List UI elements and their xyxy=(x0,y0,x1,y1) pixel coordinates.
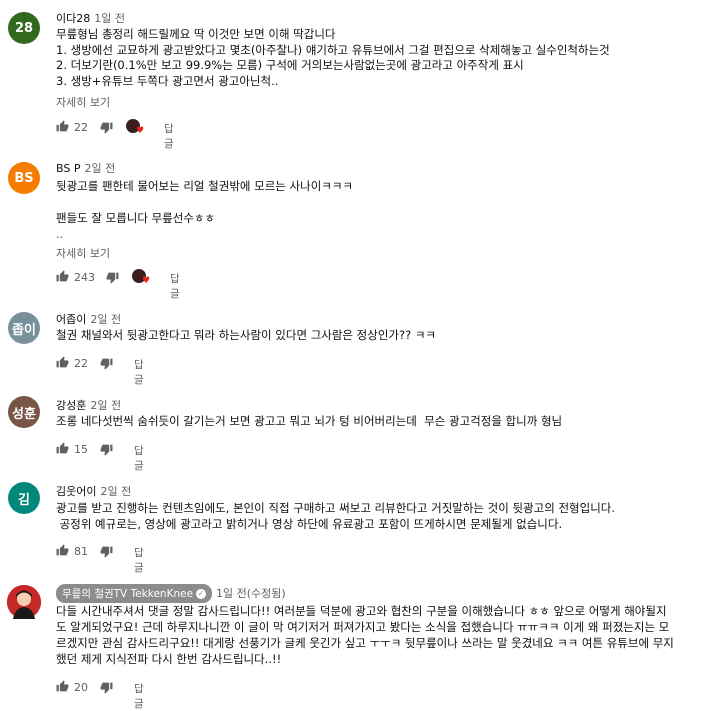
comment-header: 무릎의 철권TV TekkenKnee ✓ 1일 전(수정됨) xyxy=(56,584,286,603)
creator-avatar-icon xyxy=(7,585,41,619)
like-count: 15 xyxy=(74,443,88,456)
reply-button[interactable]: 답글 xyxy=(170,271,180,301)
comment-line: .. xyxy=(56,227,64,241)
thumbs-down-icon[interactable] xyxy=(100,121,113,134)
like-count: 243 xyxy=(74,271,95,284)
reply-button[interactable]: 답글 xyxy=(164,121,174,151)
timestamp[interactable]: 1일 전(수정됨) xyxy=(216,587,286,600)
author-name[interactable]: 강성훈 xyxy=(56,399,86,412)
comment-header: 강성훈 2일 전 xyxy=(56,397,121,413)
avatar[interactable]: 성훈 xyxy=(8,396,40,428)
author-name[interactable]: BS P xyxy=(56,162,80,175)
timestamp[interactable]: 2일 전 xyxy=(100,485,131,498)
thumbs-up-icon[interactable] xyxy=(56,544,69,557)
comment-text: 뒷광고를 팬한테 물어보는 리얼 철권밖에 모르는 사나이ㅋㅋㅋ 팬들도 잘 모… xyxy=(56,178,696,242)
like-count: 20 xyxy=(74,681,88,694)
thumbs-down-icon[interactable] xyxy=(100,545,113,558)
comment-header: 이다28 1일 전 xyxy=(56,10,125,26)
heart-icon: ♥ xyxy=(136,126,145,136)
thumbs-up-icon[interactable] xyxy=(56,680,69,693)
reply-button[interactable]: 답글 xyxy=(134,357,144,387)
avatar[interactable]: 김 xyxy=(8,482,40,514)
author-name: 무릎의 철권TV TekkenKnee xyxy=(62,588,194,600)
comment-text: 다들 시간내주셔서 댓글 정말 감사드립니다!! 여러분들 덕분에 광고와 협찬… xyxy=(56,603,696,667)
avatar[interactable]: 28 xyxy=(8,12,40,44)
comment-text: 무릎형님 총정리 해드릴께요 딱 이것만 보면 이해 딱갑니다 1. 생방에선 … xyxy=(56,27,696,89)
show-more-link[interactable]: 자세히 보기 xyxy=(56,245,110,261)
comment-header: BS P 2일 전 xyxy=(56,160,115,176)
comment-line: 철권 채널와서 뒷광고한다고 뭐라 하는사람이 있다면 그사람은 정상인가?? … xyxy=(56,328,437,342)
comment-line: 르겠지만 관심 감사드리구요!! 대게랑 선풍기가 글케 웃긴가 싶고 ㅜㅜㅋ … xyxy=(56,636,674,650)
author-name[interactable]: 어좁이 xyxy=(56,313,86,326)
channel-avatar[interactable] xyxy=(7,585,41,619)
reply-button[interactable]: 답글 xyxy=(134,545,144,575)
thumbs-down-icon[interactable] xyxy=(100,681,113,694)
comment-text: 광고를 받고 진행하는 컨텐츠임에도, 본인이 직접 구매하고 써보고 리뷰한다… xyxy=(56,500,696,532)
comment-text: 조롱 네다섯번씩 숨쉬듯이 갈기는거 보면 광고고 뭐고 뇌가 텅 비어버리는데… xyxy=(56,414,696,430)
thumbs-up-icon[interactable] xyxy=(56,356,69,369)
comment-header: 어좁이 2일 전 xyxy=(56,311,121,327)
comment-line: 다들 시간내주셔서 댓글 정말 감사드립니다!! 여러분들 덕분에 광고와 협찬… xyxy=(56,604,667,618)
like-count: 22 xyxy=(74,121,88,134)
comment-line xyxy=(56,194,696,210)
comment-line: 팬들도 잘 모릅니다 무릎선수ㅎㅎ xyxy=(56,211,216,225)
timestamp[interactable]: 2일 전 xyxy=(84,162,115,175)
comment-line: 1. 생방에선 교묘하게 광고받았다고 몇초(아주찰나) 얘기하고 유튜브에서 … xyxy=(56,42,610,57)
thumbs-down-icon[interactable] xyxy=(106,271,119,284)
author-name[interactable]: 김웃어이 xyxy=(56,485,96,498)
author-name[interactable]: 이다28 xyxy=(56,12,90,25)
comment-line: 도 알게되었구요! 근데 하루지나니깐 이 글이 막 여기저거 퍼져가지고 봤다… xyxy=(56,620,670,634)
heart-icon: ♥ xyxy=(142,276,151,286)
reply-button[interactable]: 답글 xyxy=(134,443,144,473)
comment-line: 3. 생방+유튜브 두쪽다 광고면서 광고아닌척.. xyxy=(56,73,279,88)
comment-line: 2. 더보기란(0.1%만 보고 99.9%는 모름) 구석에 거의보는사람없는… xyxy=(56,58,524,72)
thumbs-up-icon[interactable] xyxy=(56,442,69,455)
comment-header: 김웃어이 2일 전 xyxy=(56,483,131,499)
verified-check-icon: ✓ xyxy=(196,589,207,599)
thumbs-down-icon[interactable] xyxy=(100,357,113,370)
timestamp[interactable]: 2일 전 xyxy=(90,399,121,412)
comment-line: 뒷광고를 팬한테 물어보는 리얼 철권밖에 모르는 사나이ㅋㅋㅋ xyxy=(56,179,354,193)
reply-button[interactable]: 답글 xyxy=(134,681,144,711)
comment-line: 광고를 받고 진행하는 컨텐츠임에도, 본인이 직접 구매하고 써보고 리뷰한다… xyxy=(56,501,616,515)
show-more-link[interactable]: 자세히 보기 xyxy=(56,94,110,110)
timestamp[interactable]: 2일 전 xyxy=(90,313,121,326)
like-count: 81 xyxy=(74,545,88,558)
comment-line: 공정위 예규로는, 영상에 광고라고 밝히거나 영상 하단에 유료광고 포함이 … xyxy=(56,517,563,531)
timestamp[interactable]: 1일 전 xyxy=(94,12,125,25)
comment-line: 했던 제게 지식전파 다시 한번 감사드립니다..!! xyxy=(56,652,282,666)
comment-line: 무릎형님 총정리 해드릴께요 딱 이것만 보면 이해 딱갑니다 xyxy=(56,27,336,41)
thumbs-up-icon[interactable] xyxy=(56,270,69,283)
avatar[interactable]: BS xyxy=(8,162,40,194)
thumbs-up-icon[interactable] xyxy=(56,120,69,133)
thumbs-down-icon[interactable] xyxy=(100,443,113,456)
creator-badge[interactable]: 무릎의 철권TV TekkenKnee ✓ xyxy=(56,584,213,603)
comment-line: 조롱 네다섯번씩 숨쉬듯이 갈기는거 보면 광고고 뭐고 뇌가 텅 비어버리는데… xyxy=(56,414,563,428)
comment-text: 철권 채널와서 뒷광고한다고 뭐라 하는사람이 있다면 그사람은 정상인가?? … xyxy=(56,328,696,344)
like-count: 22 xyxy=(74,357,88,370)
avatar[interactable]: 좁이 xyxy=(8,312,40,344)
